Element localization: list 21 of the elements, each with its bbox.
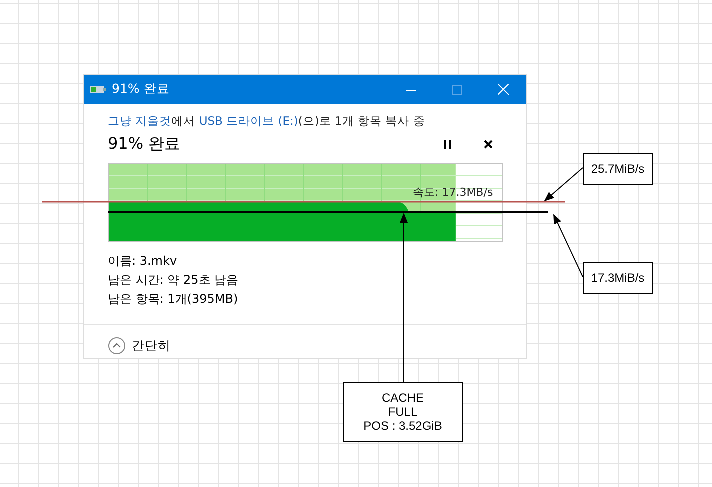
window-title: 91% 완료 — [112, 81, 171, 98]
progress-heading: 91% 완료 — [108, 134, 182, 155]
drive-icon — [90, 84, 106, 94]
note-box: 25.7MiB/s — [583, 153, 653, 185]
pause-icon — [444, 140, 452, 149]
location-link[interactable]: USB 드라이브 (E:) — [199, 114, 298, 128]
arrow — [544, 168, 584, 202]
note-box: 17.3MiB/s — [583, 262, 653, 294]
note-box: CACHE FULL POS : 3.52GiB — [343, 382, 463, 442]
detail-text: 이름: 3.mkv — [108, 253, 178, 270]
speed-label: 속도: 17.3MB/s — [413, 185, 494, 200]
cancel-icon — [484, 140, 492, 149]
maximize-icon — [452, 84, 462, 94]
arrow — [554, 214, 584, 278]
location-link[interactable]: 그냥 지울것 — [108, 114, 172, 128]
collapse-button[interactable]: 간단히 — [108, 337, 171, 355]
close-icon — [498, 84, 508, 95]
copy-source-text: 그냥 지울것에서 USB 드라이브 (E:)(으)로 1개 항목 복사 중 — [108, 114, 426, 129]
detail-text: 남은 시간: 약 25초 남음 — [108, 272, 240, 289]
detail-text: 남은 항목: 1개(395MB) — [108, 291, 240, 308]
chevron-up-icon — [108, 337, 126, 355]
